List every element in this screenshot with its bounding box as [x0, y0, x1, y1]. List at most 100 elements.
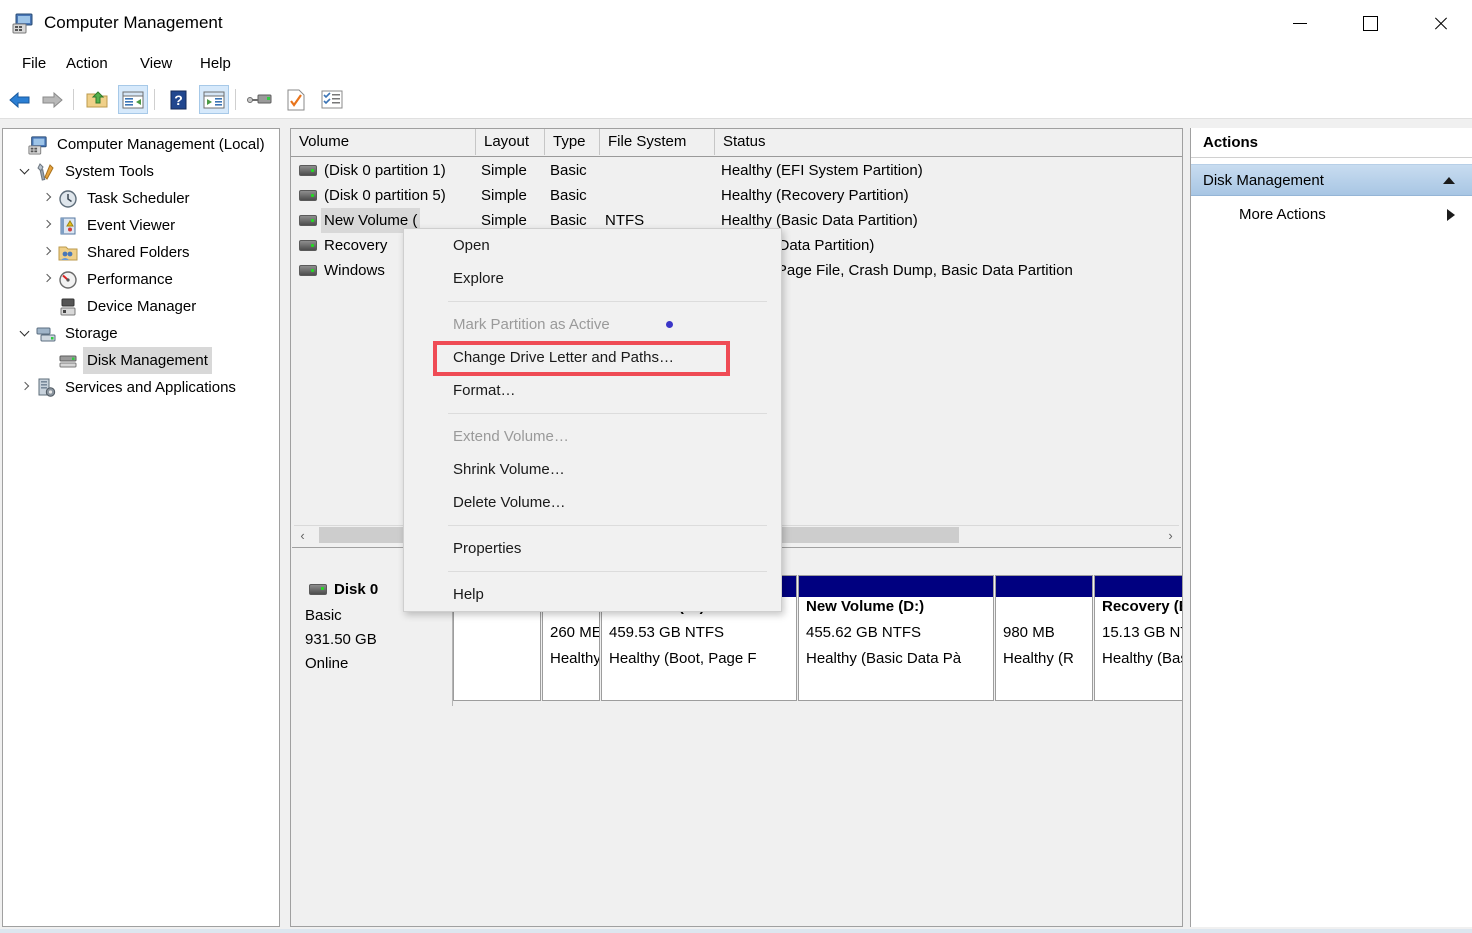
chevron-right-icon[interactable]	[39, 185, 57, 212]
disk-type: Basic	[305, 607, 342, 624]
chevron-down-icon[interactable]	[17, 158, 35, 185]
context-menu-item-explore[interactable]: Explore	[404, 262, 781, 295]
chevron-right-icon[interactable]	[39, 212, 57, 239]
context-menu-item-open[interactable]: Open	[404, 229, 781, 262]
volume-name: Windows	[324, 262, 385, 279]
actions-section-disk-management[interactable]: Disk Management	[1191, 164, 1472, 196]
properties-icon[interactable]	[281, 85, 311, 114]
connect-to-another-computer-icon[interactable]	[245, 85, 275, 114]
chevron-right-icon[interactable]	[17, 374, 35, 401]
chevron-down-icon[interactable]	[17, 320, 35, 347]
volume-layout: Simple	[481, 162, 527, 179]
help-icon[interactable]: ?	[163, 85, 193, 114]
tree-item-task-scheduler[interactable]: Task Scheduler	[39, 185, 194, 212]
menu-file[interactable]: File	[10, 46, 58, 81]
chevron-right-icon[interactable]	[39, 239, 57, 266]
column-header-layout[interactable]: Layout	[476, 129, 545, 155]
table-row[interactable]: (Disk 0 partition 5) Simple Basic Health…	[291, 183, 1182, 208]
tree-label: Disk Management	[83, 347, 212, 374]
context-menu-item-properties[interactable]: Properties	[404, 532, 781, 565]
partition-status: Healthy (Basic Data Pà	[806, 650, 962, 667]
window-title: Computer Management	[44, 13, 223, 32]
column-header-type[interactable]: Type	[545, 129, 600, 155]
volume-name-cell: Recovery	[299, 233, 390, 258]
context-menu-item-format[interactable]: Format…	[404, 374, 781, 407]
tree-item-disk-management[interactable]: Disk Management	[39, 347, 212, 374]
tree-item-computer-management[interactable]: Computer Management (Local)	[9, 131, 269, 158]
actions-item-label: More Actions	[1239, 206, 1326, 223]
partition-size: 459.53 GB NTFS	[609, 624, 725, 641]
tree-item-shared-folders[interactable]: Shared Folders	[39, 239, 194, 266]
toolbar-separator-3	[235, 89, 236, 110]
console-tree-pane: Computer Management (Local) System Tools…	[2, 128, 280, 927]
scroll-right-arrow[interactable]: ›	[1162, 526, 1179, 544]
tree-label: Performance	[87, 271, 173, 288]
tree-item-storage[interactable]: Storage	[17, 320, 122, 347]
context-menu-item-shrink-volume[interactable]: Shrink Volume…	[404, 453, 781, 486]
volume-name-cell: (Disk 0 partition 1)	[299, 158, 449, 183]
column-header-file-system[interactable]: File System	[600, 129, 715, 155]
context-menu-item-help[interactable]: Help	[404, 578, 781, 611]
actions-item-more-actions[interactable]: More Actions	[1191, 200, 1472, 230]
table-row[interactable]: (Disk 0 partition 1) Simple Basic Health…	[291, 158, 1182, 183]
shared-folders-icon	[57, 242, 79, 264]
minimize-button[interactable]	[1277, 0, 1323, 46]
context-menu-item-mark-partition-as-active: Mark Partition as Active	[453, 316, 610, 333]
context-menu-separator	[448, 301, 767, 302]
services-icon	[35, 377, 57, 399]
cursor-dot-indicator	[666, 321, 673, 328]
show-hide-action-pane-icon[interactable]	[199, 85, 229, 114]
tree-item-performance[interactable]: Performance	[39, 266, 177, 293]
context-menu-item-delete-volume[interactable]: Delete Volume…	[404, 486, 781, 519]
volume-disk-icon	[299, 265, 317, 276]
partition-status: Healthy (R	[1003, 650, 1074, 667]
partition-bar	[1095, 576, 1182, 597]
minimize-icon	[1293, 22, 1307, 24]
scroll-left-arrow[interactable]: ‹	[294, 526, 311, 544]
menu-help[interactable]: Help	[188, 46, 243, 81]
column-header-status[interactable]: Status	[715, 129, 1182, 155]
actions-header: Actions	[1191, 128, 1472, 158]
chevron-up-icon[interactable]	[1443, 177, 1455, 184]
volume-name: Recovery	[324, 237, 388, 254]
actions-pane: Actions Disk Management More Actions	[1190, 128, 1472, 927]
menu-view[interactable]: View	[128, 46, 184, 81]
tree-item-event-viewer[interactable]: Event Viewer	[39, 212, 179, 239]
context-menu-item-change-drive-letter-and-paths[interactable]: Change Drive Letter and Paths…	[404, 341, 781, 374]
tree-label: Shared Folders	[87, 244, 190, 261]
volume-status: Healthy (EFI System Partition)	[721, 162, 923, 179]
column-header-volume[interactable]: Volume	[291, 129, 476, 155]
toolbar-separator	[73, 89, 74, 110]
chevron-right-icon[interactable]	[1447, 209, 1455, 221]
menu-bar: File Action View Help	[0, 46, 1472, 81]
tree-item-system-tools[interactable]: System Tools	[17, 158, 158, 185]
list-view-icon[interactable]	[317, 85, 347, 114]
partition-new-volume-d[interactable]: New Volume (D:) 455.62 GB NTFS Healthy (…	[798, 575, 994, 701]
tree-label: Device Manager	[87, 298, 197, 315]
tree-label: Computer Management (Local)	[57, 136, 265, 153]
tree-item-device-manager[interactable]: Device Manager	[39, 293, 200, 320]
volume-disk-icon	[299, 190, 317, 201]
context-menu-item-extend-volume: Extend Volume…	[453, 428, 569, 445]
back-icon[interactable]	[5, 85, 35, 114]
tree-item-services-and-applications[interactable]: Services and Applications	[17, 374, 240, 401]
close-button[interactable]	[1417, 0, 1463, 46]
menu-action[interactable]: Action	[54, 46, 120, 81]
context-menu-separator	[448, 525, 767, 526]
disk-size: 931.50 GB	[305, 631, 377, 648]
disk-title: Disk 0	[309, 581, 378, 598]
partition-bar	[996, 576, 1092, 597]
partition-4[interactable]: 980 MB Healthy (R	[995, 575, 1093, 701]
chevron-right-icon[interactable]	[39, 266, 57, 293]
up-folder-icon[interactable]	[82, 85, 112, 114]
disk-name: Disk 0	[334, 581, 379, 598]
computer-icon	[27, 134, 49, 156]
show-hide-console-tree-icon[interactable]	[118, 85, 148, 114]
forward-icon[interactable]	[37, 85, 67, 114]
volume-type: Basic	[550, 162, 587, 179]
partition-recovery-e[interactable]: Recovery (E:) 15.13 GB NTFS Healthy (Bas…	[1094, 575, 1182, 701]
taskbar-sliver	[0, 929, 1472, 933]
maximize-button[interactable]	[1347, 0, 1393, 46]
